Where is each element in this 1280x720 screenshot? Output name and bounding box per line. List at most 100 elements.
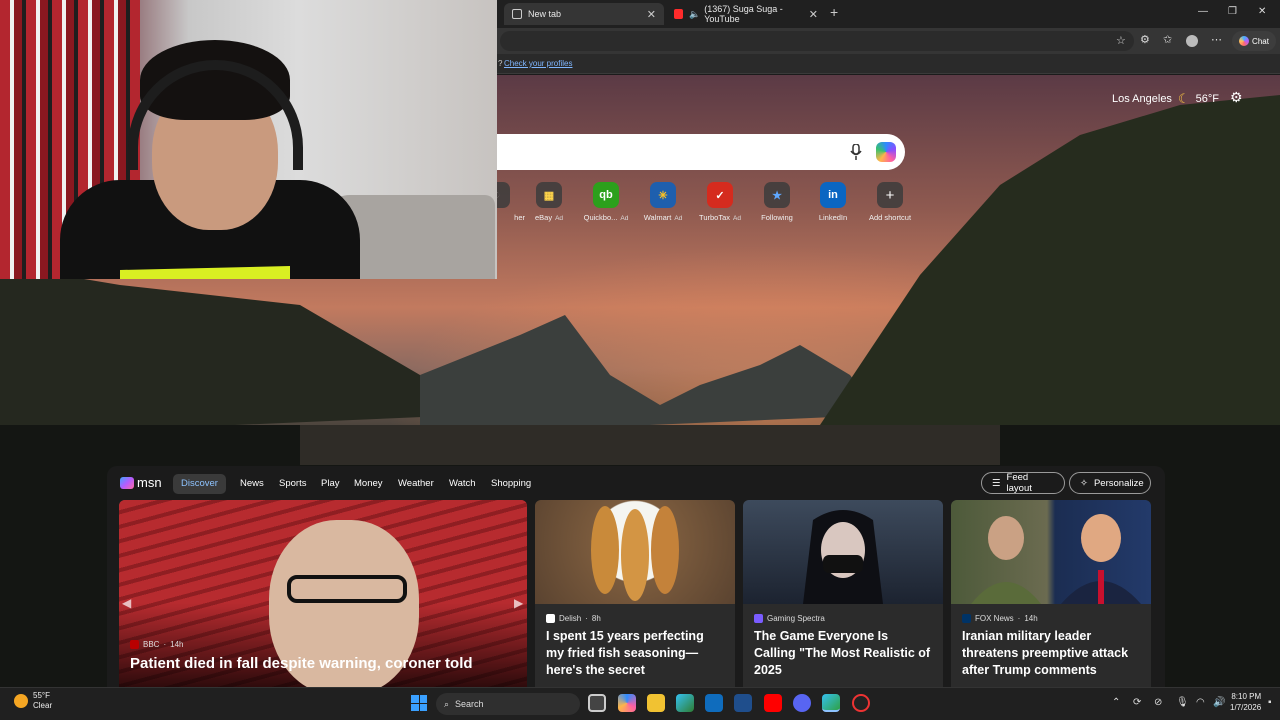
turbotax-icon: ✓ bbox=[707, 182, 733, 208]
settings-gear-icon[interactable]: ⚙ bbox=[1230, 89, 1243, 106]
taskbar-search[interactable]: ⌕ Search bbox=[436, 693, 580, 715]
store-icon[interactable] bbox=[734, 694, 752, 712]
web-search-input[interactable] bbox=[497, 134, 905, 170]
tab-shopping[interactable]: Shopping bbox=[491, 474, 531, 494]
copilot-icon bbox=[1239, 36, 1250, 46]
close-icon[interactable]: ✕ bbox=[809, 8, 818, 21]
favorites-icon[interactable]: ✩ bbox=[1163, 33, 1172, 46]
sync-icon[interactable]: ⟳ bbox=[1133, 697, 1141, 708]
youtube-app-icon[interactable] bbox=[764, 694, 782, 712]
shortcut-label: TurboTax bbox=[699, 213, 731, 222]
bbc-icon bbox=[130, 640, 139, 649]
walmart-icon: ✳ bbox=[650, 182, 676, 208]
fried-fish-illustration bbox=[591, 506, 679, 601]
copilot-app-icon[interactable] bbox=[618, 694, 636, 712]
tab-discover[interactable]: Discover bbox=[173, 474, 226, 494]
clock[interactable]: 8:10 PM 1/7/2026 bbox=[1230, 691, 1261, 713]
personalize-button[interactable]: ✧ Personalize bbox=[1069, 472, 1151, 494]
start-button[interactable] bbox=[411, 695, 427, 711]
notifications-icon[interactable]: ▪ bbox=[1268, 697, 1272, 708]
prev-arrow-icon[interactable]: ◀ bbox=[122, 596, 131, 610]
mic-tray-icon[interactable]: 🎙 bbox=[1176, 697, 1189, 708]
article-headline: Patient died in fall despite warning, co… bbox=[130, 655, 473, 672]
screen: New tab ✕ 🔈 (1367) Suga Suga - YouTube ✕… bbox=[0, 0, 1280, 720]
add-shortcut-button[interactable]: + Add shortcut bbox=[862, 182, 918, 222]
windows-logo-pane bbox=[411, 703, 419, 711]
gaming-spectra-icon bbox=[754, 614, 763, 623]
speaker-icon[interactable]: 🔈 bbox=[689, 9, 700, 20]
news-card[interactable]: Delish · 8h I spent 15 years perfecting … bbox=[535, 500, 735, 687]
discord-icon[interactable] bbox=[793, 694, 811, 712]
tab-title: New tab bbox=[528, 9, 562, 19]
tab-play[interactable]: Play bbox=[321, 474, 339, 494]
separator: · bbox=[1017, 614, 1021, 623]
article-headline: I spent 15 years perfecting my fried fis… bbox=[546, 629, 704, 677]
msn-logo-text: msn bbox=[137, 475, 162, 490]
favorite-star-icon[interactable]: ☆ bbox=[1116, 34, 1126, 47]
tab-weather[interactable]: Weather bbox=[398, 474, 434, 494]
outlook-icon[interactable] bbox=[705, 694, 723, 712]
msn-butterfly-icon bbox=[120, 476, 134, 489]
copilot-search-icon[interactable] bbox=[876, 142, 896, 162]
ad-label: Ad bbox=[733, 215, 741, 222]
source-name: Gaming Spectra bbox=[767, 614, 825, 623]
tab-youtube[interactable]: 🔈 (1367) Suga Suga - YouTube ✕ bbox=[666, 3, 826, 25]
article-source: Delish · 8h bbox=[546, 614, 601, 623]
ad-label: Ad bbox=[620, 215, 629, 222]
extensions-icon[interactable]: ⚙ bbox=[1140, 33, 1150, 46]
chevron-up-icon[interactable]: ⌃ bbox=[1112, 697, 1120, 708]
news-card[interactable]: Gaming Spectra The Game Everyone Is Call… bbox=[743, 500, 943, 687]
weather-widget[interactable]: Los Angeles ☾ 56°F bbox=[1112, 91, 1219, 107]
edge-icon[interactable] bbox=[676, 694, 694, 712]
network-off-icon[interactable]: ⊘ bbox=[1154, 697, 1162, 708]
shortcut-item[interactable]: ✓ TurboTax Ad bbox=[692, 182, 748, 222]
youtube-icon bbox=[674, 9, 683, 19]
app-icon[interactable] bbox=[852, 694, 870, 712]
close-icon[interactable]: ✕ bbox=[647, 8, 656, 21]
shortcut-item[interactable]: ▦ eBay Ad bbox=[521, 182, 577, 222]
shortcut-item[interactable]: qb Quickbo... Ad bbox=[578, 182, 634, 222]
news-card-featured[interactable]: BBC · 14h Patient died in fall despite w… bbox=[119, 500, 527, 687]
restore-icon[interactable]: ❐ bbox=[1228, 6, 1237, 17]
new-tab-button[interactable]: + bbox=[830, 4, 838, 20]
personalize-icon: ✧ bbox=[1080, 477, 1088, 489]
tab-new-tab[interactable]: New tab ✕ bbox=[504, 3, 664, 25]
tab-money[interactable]: Money bbox=[354, 474, 383, 494]
moon-icon: ☾ bbox=[1177, 91, 1190, 106]
more-menu-icon[interactable]: ⋯ bbox=[1211, 33, 1222, 46]
profile-avatar[interactable] bbox=[1186, 35, 1198, 47]
file-explorer-icon[interactable] bbox=[647, 694, 665, 712]
next-arrow-icon[interactable]: ▶ bbox=[514, 596, 523, 610]
shortcut-item[interactable]: ✳ Walmart Ad bbox=[635, 182, 691, 222]
wifi-icon[interactable]: ◠ bbox=[1196, 697, 1205, 708]
minimize-icon[interactable]: — bbox=[1198, 6, 1208, 17]
volume-icon[interactable]: 🔊 bbox=[1213, 697, 1225, 708]
ebay-icon: ▦ bbox=[536, 182, 562, 208]
tab-sports[interactable]: Sports bbox=[279, 474, 306, 494]
microphone-icon[interactable] bbox=[850, 144, 862, 160]
shortcut-item[interactable]: ★ Following bbox=[749, 182, 805, 222]
tab-watch[interactable]: Watch bbox=[449, 474, 476, 494]
close-window-icon[interactable]: ✕ bbox=[1258, 6, 1266, 17]
news-card[interactable]: FOX News · 14h Iranian military leader t… bbox=[951, 500, 1151, 687]
shortcut-item[interactable]: in LinkedIn bbox=[805, 182, 861, 222]
edge-active-icon[interactable] bbox=[822, 694, 840, 712]
tab-news[interactable]: News bbox=[240, 474, 264, 494]
shortcut-label: eBay bbox=[534, 213, 553, 222]
article-headline: The Game Everyone Is Calling "The Most R… bbox=[754, 629, 931, 677]
source-name: Delish bbox=[559, 614, 582, 623]
game-character-illustration bbox=[803, 510, 883, 604]
article-image bbox=[743, 500, 943, 604]
msn-logo[interactable]: msn bbox=[120, 475, 162, 490]
url-input[interactable]: ☆ bbox=[500, 31, 1134, 51]
article-age: 14h bbox=[170, 640, 184, 649]
taskbar-weather[interactable]: 55°F Clear bbox=[14, 691, 52, 711]
shortcut-label: Add shortcut bbox=[868, 213, 912, 222]
linkedin-icon: in bbox=[820, 182, 846, 208]
fox-news-icon bbox=[962, 614, 971, 623]
check-profiles-link[interactable]: Check your profiles bbox=[504, 59, 572, 68]
copilot-chat-button[interactable]: Chat bbox=[1232, 31, 1276, 51]
task-view-icon[interactable] bbox=[588, 694, 606, 712]
personalize-label: Personalize bbox=[1093, 477, 1144, 489]
feed-layout-button[interactable]: ☰ Feed layout bbox=[981, 472, 1065, 494]
